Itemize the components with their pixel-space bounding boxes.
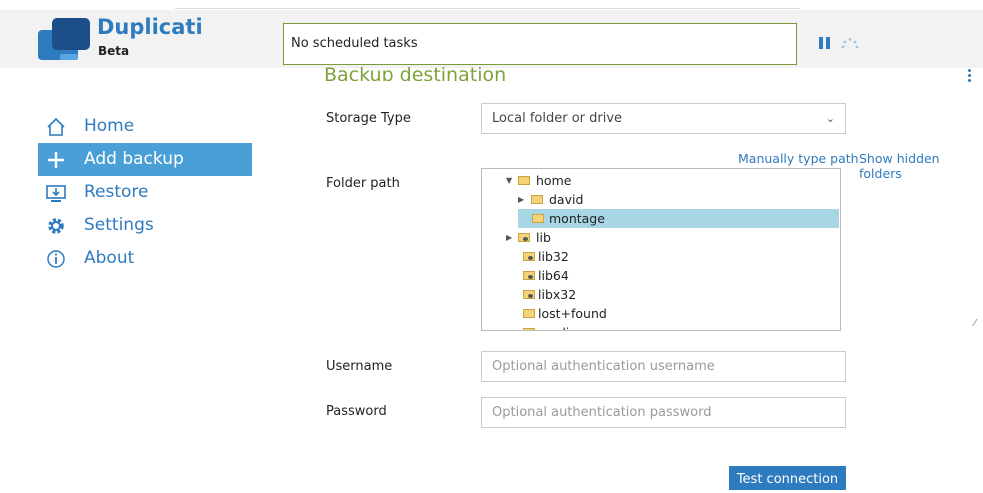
tree-node-david[interactable]: ▶ david	[506, 190, 836, 209]
plus-icon	[48, 152, 64, 168]
tree-node-montage[interactable]: montage	[518, 209, 839, 228]
gear-icon	[48, 218, 64, 234]
section-title: Backup destination	[324, 64, 507, 81]
tree-node-media[interactable]: media	[518, 323, 836, 330]
tree-node-lost-found[interactable]: lost+found	[518, 304, 836, 323]
sidebar-item-home[interactable]: Home	[38, 110, 252, 143]
storage-type-select[interactable]: Local folder or drive ⌄	[481, 103, 846, 134]
resize-handle-icon[interactable]: ⁄	[974, 318, 976, 329]
sidebar-item-label: Home	[84, 116, 135, 136]
tree-node-lib[interactable]: ▶ lib	[506, 228, 836, 247]
folder-icon	[531, 195, 543, 204]
collapsed-arrow-icon[interactable]: ▶	[518, 190, 524, 209]
folder-path-label: Folder path	[326, 176, 400, 191]
sidebar-item-about[interactable]: About	[38, 242, 252, 275]
show-hidden-folders-link[interactable]: Show hidden folders	[859, 151, 983, 181]
folder-icon	[523, 328, 535, 330]
storage-type-value: Local folder or drive	[492, 111, 623, 126]
home-icon	[47, 117, 65, 136]
sidebar-item-restore[interactable]: Restore	[38, 176, 252, 209]
restore-icon	[46, 185, 66, 202]
sidebar-item-label: Add backup	[84, 149, 184, 169]
username-field[interactable]: Optional authentication username	[481, 351, 846, 382]
tree-node-home[interactable]: ▼ home	[506, 171, 836, 190]
folder-icon	[518, 233, 530, 242]
top-divider	[175, 8, 800, 9]
chevron-down-icon: ⌄	[825, 112, 835, 125]
throttle-icon[interactable]	[840, 36, 860, 50]
app-title: Duplicati	[97, 15, 203, 39]
folder-icon	[523, 290, 535, 299]
sidebar-item-label: About	[84, 248, 135, 268]
duplicati-logo[interactable]	[38, 18, 92, 62]
password-placeholder: Optional authentication password	[492, 405, 712, 420]
sidebar-nav: Home Add backup Restore Settings About	[38, 110, 252, 275]
sidebar-item-add-backup[interactable]: Add backup	[38, 143, 252, 176]
pause-icon[interactable]	[819, 37, 831, 49]
folder-tree[interactable]: ▼ home ▶ david montage ▶ lib lib32 lib64…	[481, 168, 841, 331]
sidebar-item-settings[interactable]: Settings	[38, 209, 252, 242]
test-connection-button[interactable]: Test connection	[729, 466, 846, 490]
password-label: Password	[326, 404, 387, 419]
username-placeholder: Optional authentication username	[492, 359, 715, 374]
tree-node-lib32[interactable]: lib32	[518, 247, 836, 266]
folder-icon	[523, 309, 535, 318]
sidebar-item-label: Settings	[84, 215, 154, 235]
manually-type-path-link[interactable]: Manually type path	[738, 151, 859, 166]
password-field[interactable]: Optional authentication password	[481, 397, 846, 428]
status-bar: No scheduled tasks	[283, 23, 797, 65]
app-subtitle: Beta	[98, 44, 130, 58]
tree-node-libx32[interactable]: libx32	[518, 285, 836, 304]
folder-icon	[518, 176, 530, 185]
folder-icon	[523, 252, 535, 261]
sidebar-item-label: Restore	[84, 182, 149, 202]
folder-icon	[532, 214, 544, 223]
more-options-icon[interactable]	[968, 69, 972, 83]
storage-type-label: Storage Type	[326, 111, 411, 126]
username-label: Username	[326, 359, 393, 374]
tree-node-lib64[interactable]: lib64	[518, 266, 836, 285]
expanded-arrow-icon[interactable]: ▼	[506, 171, 512, 190]
collapsed-arrow-icon[interactable]: ▶	[506, 228, 512, 247]
info-icon	[47, 250, 65, 268]
folder-icon	[523, 271, 535, 280]
app-header: Duplicati Beta No scheduled tasks	[0, 10, 983, 68]
